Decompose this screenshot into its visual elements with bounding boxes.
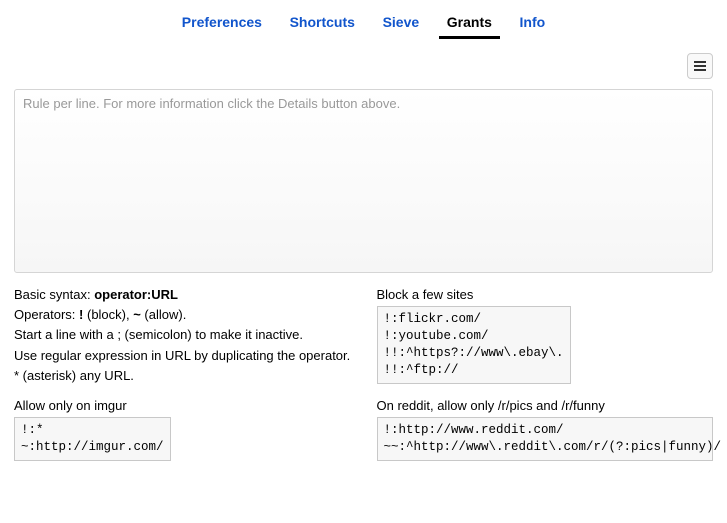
hamburger-icon [694, 61, 706, 71]
tab-bar: Preferences Shortcuts Sieve Grants Info [0, 0, 727, 39]
example-imgur-title: Allow only on imgur [14, 397, 351, 415]
semicolon-line: Start a line with a ; (semicolon) to mak… [14, 326, 351, 344]
toolbar [0, 39, 727, 79]
asterisk-line: * (asterisk) any URL. [14, 367, 351, 385]
tab-sieve[interactable]: Sieve [375, 10, 428, 36]
example-reddit: On reddit, allow only /r/pics and /r/fun… [377, 397, 714, 461]
regex-line: Use regular expression in URL by duplica… [14, 347, 351, 365]
tab-grants[interactable]: Grants [439, 10, 500, 39]
example-imgur: Allow only on imgur !:* ~:http://imgur.c… [14, 397, 351, 461]
rules-input[interactable] [14, 89, 713, 273]
op-allow-suffix: (allow). [141, 307, 187, 322]
help-row-1: Basic syntax: operator:URL Operators: ! … [14, 286, 713, 387]
help-row-2: Allow only on imgur !:* ~:http://imgur.c… [14, 397, 713, 461]
syntax-line: Basic syntax: operator:URL [14, 286, 351, 304]
tab-shortcuts[interactable]: Shortcuts [282, 10, 363, 36]
example-imgur-code: !:* ~:http://imgur.com/ [14, 417, 171, 461]
op-block-suffix: (block), [83, 307, 133, 322]
tab-info[interactable]: Info [512, 10, 554, 36]
example-block-code: !:flickr.com/ !:youtube.com/ !!:^https?:… [377, 306, 571, 384]
example-block-sites: Block a few sites !:flickr.com/ !:youtub… [377, 286, 714, 387]
help-syntax: Basic syntax: operator:URL Operators: ! … [14, 286, 351, 387]
syntax-label: Basic syntax: [14, 287, 94, 302]
example-reddit-code: !:http://www.reddit.com/ ~~:^http://www\… [377, 417, 714, 461]
op-allow: ~ [133, 307, 141, 322]
details-menu-button[interactable] [687, 53, 713, 79]
example-reddit-title: On reddit, allow only /r/pics and /r/fun… [377, 397, 714, 415]
content-area: Basic syntax: operator:URL Operators: ! … [0, 79, 727, 475]
example-block-title: Block a few sites [377, 286, 714, 304]
syntax-value: operator:URL [94, 287, 178, 302]
tab-preferences[interactable]: Preferences [174, 10, 270, 36]
operators-line: Operators: ! (block), ~ (allow). [14, 306, 351, 324]
operators-prefix: Operators: [14, 307, 79, 322]
